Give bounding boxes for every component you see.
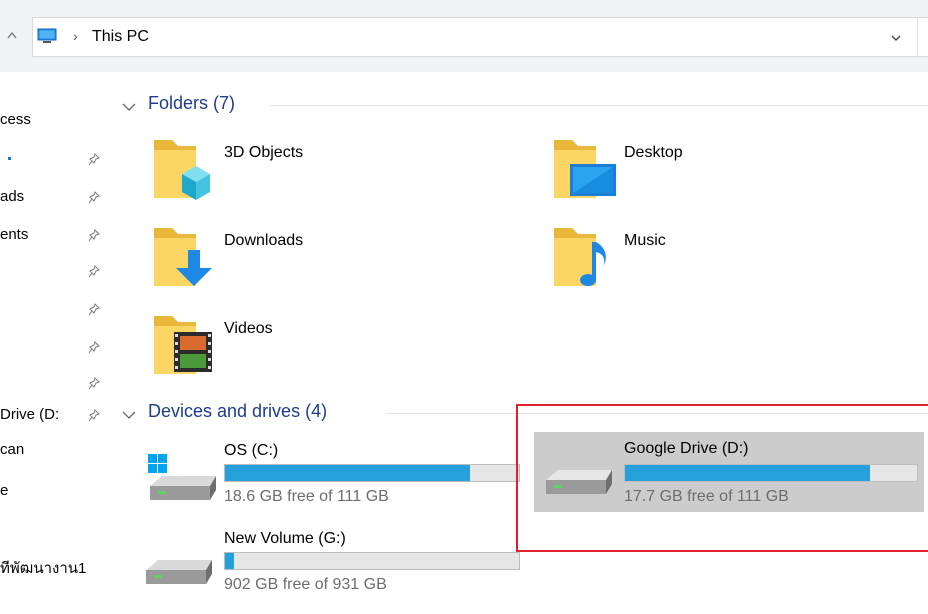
pin-icon <box>88 377 100 391</box>
breadcrumb-this-pc[interactable]: This PC <box>92 28 149 46</box>
folder-label: Downloads <box>224 232 304 249</box>
nav-item[interactable] <box>0 294 112 324</box>
chevron-down-icon[interactable] <box>122 99 136 111</box>
up-arrow-icon[interactable] <box>6 26 22 46</box>
videos-folder-icon <box>152 312 216 382</box>
music-folder-icon <box>552 224 616 294</box>
folder-downloads[interactable]: Downloads <box>152 224 532 304</box>
pin-icon <box>88 191 100 205</box>
pin-icon <box>88 409 100 423</box>
drive-new-volume-g[interactable]: New Volume (G:) 902 GB free of 931 GB <box>140 524 530 604</box>
folder-videos[interactable]: Videos <box>152 312 532 392</box>
address-bar[interactable]: › This PC <box>32 17 928 57</box>
group-divider <box>270 105 928 106</box>
nav-item-label: Drive (D: <box>0 406 60 423</box>
nav-item-label: ents <box>0 226 29 243</box>
downloads-folder-icon <box>152 224 216 294</box>
folders-group-header[interactable]: Folders (7) <box>122 93 928 117</box>
nav-item[interactable] <box>0 144 112 174</box>
drive-usage-fill <box>225 465 470 481</box>
pin-icon <box>88 265 100 279</box>
devices-group-label: Devices and drives (4) <box>148 401 328 421</box>
3d-objects-folder-icon <box>152 136 216 206</box>
drive-name: New Volume (G:) <box>224 530 346 547</box>
drive-usage-fill <box>225 553 235 569</box>
desktop-folder-icon <box>552 136 616 206</box>
nav-item[interactable]: can <box>0 435 112 465</box>
toolbar-area: › This PC <box>0 0 928 72</box>
chevron-down-icon[interactable] <box>889 31 903 45</box>
nav-item[interactable]: cess <box>0 105 112 135</box>
nav-item[interactable]: ads <box>0 182 112 212</box>
folder-label: 3D Objects <box>224 144 304 161</box>
pin-icon <box>88 229 100 243</box>
hard-drive-windows-icon <box>144 454 216 500</box>
nav-item-label: ads <box>0 188 25 205</box>
nav-item[interactable]: ents <box>0 220 112 250</box>
pin-icon <box>88 341 100 355</box>
nav-item-marker <box>8 157 11 160</box>
highlight-annotation-box <box>516 404 928 552</box>
folders-group-label: Folders (7) <box>148 93 236 113</box>
nav-item[interactable]: ทีพัฒนางาน1 <box>0 550 112 580</box>
pin-icon <box>88 303 100 317</box>
breadcrumb-separator: › <box>73 28 78 44</box>
drive-name: OS (C:) <box>224 442 279 459</box>
nav-item[interactable]: Drive (D: <box>0 400 112 430</box>
nav-item-label: cess <box>0 111 31 128</box>
nav-item[interactable] <box>0 256 112 286</box>
hard-drive-icon <box>144 558 216 598</box>
nav-item[interactable] <box>0 368 112 398</box>
drive-usage-bar <box>224 552 520 570</box>
pin-icon <box>88 153 100 167</box>
folder-label: Videos <box>224 320 273 337</box>
folder-music[interactable]: Music <box>552 224 928 304</box>
nav-item-label: ทีพัฒนางาน1 <box>0 560 87 577</box>
nav-item-label: e <box>0 482 9 499</box>
drive-free-space: 902 GB free of 931 GB <box>224 576 387 593</box>
nav-item[interactable]: e <box>0 476 112 506</box>
address-divider <box>917 18 918 56</box>
drive-free-space: 18.6 GB free of 111 GB <box>224 488 389 505</box>
nav-item-label: can <box>0 441 25 458</box>
nav-item[interactable] <box>0 332 112 362</box>
folder-label: Music <box>624 232 666 249</box>
folder-3d-objects[interactable]: 3D Objects <box>152 136 532 216</box>
folder-label: Desktop <box>624 144 683 161</box>
navigation-pane: cess ads ents Drive (D: can e ทีพัฒนางาน1 <box>0 72 112 614</box>
drive-usage-bar <box>224 464 520 482</box>
folder-desktop[interactable]: Desktop <box>552 136 928 216</box>
drive-os-c[interactable]: OS (C:) 18.6 GB free of 111 GB <box>140 436 530 516</box>
this-pc-icon <box>37 28 57 44</box>
chevron-down-icon[interactable] <box>122 407 136 419</box>
